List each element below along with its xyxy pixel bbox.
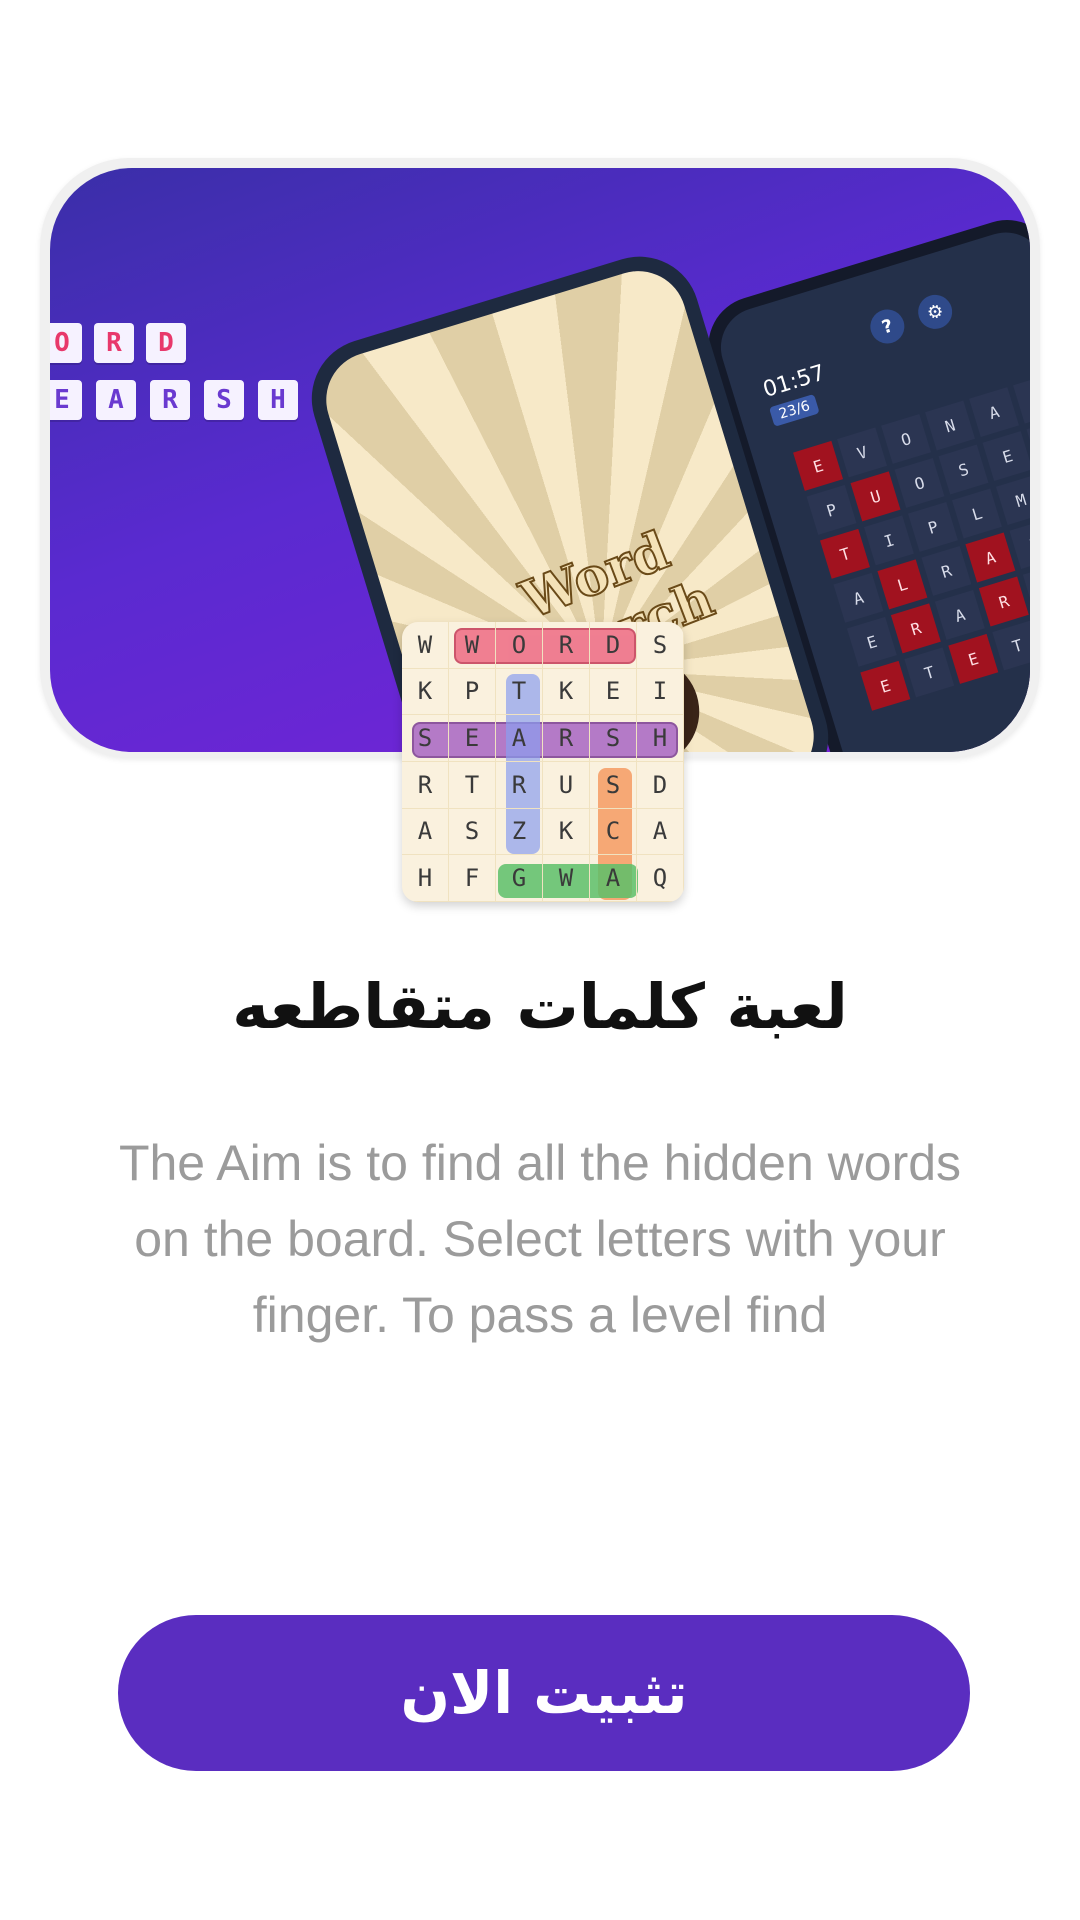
help-icon: ? (866, 305, 909, 348)
gear-icon: ⚙ (913, 290, 957, 334)
grid-letter: U (543, 762, 590, 809)
grid-letter: K (543, 808, 590, 856)
letter-tile: R (94, 323, 134, 363)
grid-letter: R (496, 762, 543, 809)
grid-cell: T (904, 647, 955, 698)
grid-letter: S (402, 715, 449, 762)
grid-letter: D (590, 622, 637, 669)
grid-letter: G (496, 855, 543, 902)
grid-letter: S (637, 622, 684, 669)
grid-cell: V (837, 427, 888, 478)
grid-cell: O (894, 457, 945, 508)
grid-letter: D (637, 762, 684, 809)
grid-letter: W (543, 855, 590, 902)
grid-letter: F (449, 855, 496, 902)
grid-cell: L (951, 488, 1002, 539)
search-tiles-row: E A R S H (50, 380, 298, 420)
grid-letter: T (496, 668, 543, 716)
grid-letter: A (402, 808, 449, 856)
grid-letter: S (449, 808, 496, 856)
grid-cell: E (948, 633, 999, 684)
grid-cell: P (907, 501, 958, 552)
grid-cell: L (877, 559, 928, 610)
grid-letters: WWORDSKPTKEISEARSHRTRUSDASZKCAHFGWAQ (402, 622, 684, 902)
letter-tile: A (96, 380, 136, 420)
grid-cell: N (925, 400, 976, 451)
grid-cell: P (806, 484, 857, 535)
grid-letter: I (637, 668, 684, 716)
game-timer: 01:57 (760, 360, 829, 403)
grid-letter: C (590, 808, 637, 856)
grid-cell: E (846, 616, 897, 667)
grid-letter: P (449, 668, 496, 716)
grid-cell: A (934, 589, 985, 640)
grid-letter: A (590, 855, 637, 902)
letter-tile: O (50, 323, 82, 363)
letter-tile: E (50, 380, 82, 420)
letter-tile: S (204, 380, 244, 420)
grid-letter: E (590, 668, 637, 716)
grid-letter: A (637, 808, 684, 856)
word-tiles-row: O R D (50, 323, 186, 363)
grid-cell: E (982, 431, 1030, 482)
grid-letter: S (590, 715, 637, 762)
grid-letter: K (402, 668, 449, 716)
grid-cell: A (833, 572, 884, 623)
grid-letter: Q (637, 855, 684, 902)
grid-cell: A (965, 532, 1016, 583)
grid-letter: Z (496, 808, 543, 856)
install-now-button[interactable]: تثبيت الان (118, 1615, 970, 1771)
grid-letter: O (496, 622, 543, 669)
app-title: لعبة كلمات متقاطعه (232, 970, 848, 1043)
grid-letter: R (543, 622, 590, 669)
grid-cell: R (890, 603, 941, 654)
grid-letter: A (496, 715, 543, 762)
grid-cell: E (793, 440, 844, 491)
grid-letter: R (543, 715, 590, 762)
grid-cell: I (863, 515, 914, 566)
letter-tile: H (258, 380, 298, 420)
word-search-grid-icon: WWORDSKPTKEISEARSHRTRUSDASZKCAHFGWAQ (402, 622, 684, 902)
grid-letter: H (402, 855, 449, 902)
grid-cell: M (995, 475, 1030, 526)
grid-letter: H (637, 715, 684, 762)
letter-tile: R (150, 380, 190, 420)
grid-cell: E (860, 660, 911, 711)
grid-letter: W (402, 622, 449, 669)
grid-cell: T (819, 528, 870, 579)
grid-letter: W (449, 622, 496, 669)
grid-cell: O (881, 413, 932, 464)
grid-letter: S (590, 762, 637, 809)
letter-tile: D (146, 323, 186, 363)
grid-letter: R (402, 762, 449, 809)
grid-cell: A (969, 387, 1020, 438)
grid-cell: R (921, 545, 972, 596)
grid-cell: U (850, 471, 901, 522)
grid-letter: E (449, 715, 496, 762)
grid-cell: T (992, 620, 1030, 671)
grid-cell: R (978, 576, 1029, 627)
grid-letter: K (543, 668, 590, 716)
grid-letter: T (449, 762, 496, 809)
grid-cell: S (938, 444, 989, 495)
app-description: The Aim is to find all the hidden words … (118, 1135, 962, 1343)
secondary-letter-grid: EVONADPUOSEITIPLMIALRAIZERARACETETEA (793, 373, 1030, 711)
